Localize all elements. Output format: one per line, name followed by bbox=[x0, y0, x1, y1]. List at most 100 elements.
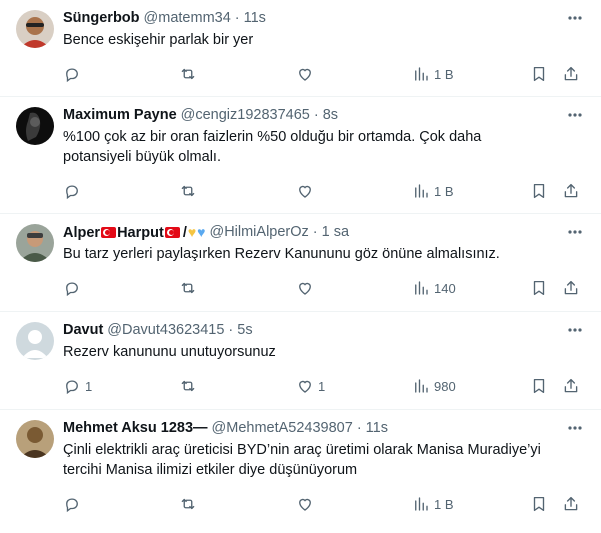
tweet-text: %100 çok az bir oran faizlerin %50 olduğ… bbox=[63, 129, 482, 165]
avatar[interactable] bbox=[16, 107, 54, 145]
retweet-icon bbox=[181, 68, 195, 80]
reply-button[interactable] bbox=[63, 495, 179, 513]
tweet-feed: Süngerbob @matemm34 · 11s Bence eskişehi… bbox=[0, 0, 601, 533]
retweet-button[interactable] bbox=[179, 279, 296, 297]
timestamp[interactable]: 11s bbox=[244, 10, 266, 26]
views-button[interactable]: 1 B bbox=[412, 495, 530, 513]
display-name[interactable]: Davut bbox=[63, 322, 103, 338]
reply-button[interactable]: 1 bbox=[63, 377, 179, 395]
views-icon bbox=[415, 497, 428, 511]
yellow-heart-icon: ♥ bbox=[187, 223, 197, 240]
reply-icon bbox=[66, 68, 78, 83]
views-button[interactable]: 980 bbox=[412, 377, 530, 395]
like-count: 1 bbox=[318, 378, 326, 394]
views-count: 980 bbox=[434, 378, 456, 394]
retweet-icon bbox=[181, 498, 195, 510]
reply-icon bbox=[66, 185, 78, 200]
display-name[interactable]: Süngerbob bbox=[63, 10, 140, 26]
avatar[interactable] bbox=[16, 10, 54, 48]
timestamp[interactable]: 1 sa bbox=[322, 224, 349, 240]
views-icon bbox=[415, 379, 428, 393]
reply-button[interactable] bbox=[63, 182, 179, 200]
display-name[interactable]: Maximum Payne bbox=[63, 107, 177, 123]
share-button[interactable] bbox=[562, 495, 582, 513]
like-button[interactable] bbox=[296, 182, 412, 200]
display-name-part: Alper bbox=[63, 224, 101, 241]
tweet-text: Bu tarz yerleri paylaşırken Rezerv Kanun… bbox=[63, 246, 500, 262]
tweet[interactable]: Mehmet Aksu 1283— @MehmetA52439807 · 11s… bbox=[0, 410, 601, 533]
more-icon[interactable] bbox=[565, 107, 585, 123]
views-icon bbox=[415, 184, 428, 198]
tweet[interactable]: Süngerbob @matemm34 · 11s Bence eskişehi… bbox=[0, 0, 601, 97]
tweet-text: Çinli elektrikli araç üreticisi BYD’nin … bbox=[63, 442, 541, 478]
avatar[interactable] bbox=[16, 224, 54, 262]
tweet[interactable]: Alper Harput/♥♥ @HilmiAlperOz · 1 sa Bu t… bbox=[0, 214, 601, 312]
display-name[interactable]: Mehmet Aksu 1283— bbox=[63, 420, 208, 436]
views-button[interactable]: 140 bbox=[412, 279, 530, 297]
like-button[interactable] bbox=[296, 279, 412, 297]
like-button[interactable] bbox=[296, 65, 412, 83]
separator: · bbox=[234, 10, 240, 26]
bookmark-button[interactable] bbox=[530, 495, 562, 513]
views-count: 1 B bbox=[434, 183, 454, 199]
more-icon[interactable] bbox=[565, 420, 585, 436]
retweet-button[interactable] bbox=[179, 65, 296, 83]
more-icon[interactable] bbox=[565, 10, 585, 26]
reply-button[interactable] bbox=[63, 65, 179, 83]
heart-icon bbox=[299, 185, 311, 198]
more-icon[interactable] bbox=[565, 322, 585, 338]
like-button[interactable]: 1 bbox=[296, 377, 412, 395]
separator: · bbox=[356, 420, 362, 436]
bookmark-button[interactable] bbox=[530, 377, 562, 395]
timestamp[interactable]: 5s bbox=[237, 322, 252, 338]
share-button[interactable] bbox=[562, 182, 582, 200]
user-handle[interactable]: @Davut43623415 bbox=[107, 322, 224, 338]
avatar[interactable] bbox=[16, 420, 54, 458]
user-handle[interactable]: @cengiz192837465 bbox=[181, 107, 310, 123]
reply-icon bbox=[66, 380, 78, 395]
like-button[interactable] bbox=[296, 495, 412, 513]
reply-icon bbox=[66, 282, 78, 297]
tweet[interactable]: Davut @Davut43623415 · 5s Rezerv kanunun… bbox=[0, 312, 601, 410]
heart-icon bbox=[299, 380, 311, 393]
timestamp[interactable]: 11s bbox=[366, 420, 388, 436]
retweet-button[interactable] bbox=[179, 377, 296, 395]
tweet-header: Alper Harput/♥♥ @HilmiAlperOz · 1 sa bbox=[63, 222, 545, 242]
avatar[interactable] bbox=[16, 322, 54, 360]
retweet-button[interactable] bbox=[179, 495, 296, 513]
tweet-header: Süngerbob @matemm34 · 11s bbox=[63, 8, 545, 28]
views-button[interactable]: 1 B bbox=[412, 65, 530, 83]
views-count: 140 bbox=[434, 280, 456, 296]
share-button[interactable] bbox=[562, 65, 582, 83]
bookmark-button[interactable] bbox=[530, 65, 562, 83]
reply-button[interactable] bbox=[63, 279, 179, 297]
display-name[interactable]: Alper Harput/♥♥ bbox=[63, 224, 205, 241]
tweet[interactable]: Maximum Payne @cengiz192837465 · 8s %100… bbox=[0, 97, 601, 214]
retweet-icon bbox=[181, 380, 195, 392]
separator: · bbox=[312, 224, 318, 240]
tweet-header: Maximum Payne @cengiz192837465 · 8s bbox=[63, 105, 545, 125]
bookmark-button[interactable] bbox=[530, 279, 562, 297]
share-icon bbox=[564, 280, 578, 295]
share-icon bbox=[564, 378, 578, 393]
timestamp[interactable]: 8s bbox=[323, 107, 338, 123]
views-button[interactable]: 1 B bbox=[412, 182, 530, 200]
bookmark-icon bbox=[533, 183, 545, 199]
retweet-button[interactable] bbox=[179, 182, 296, 200]
heart-icon bbox=[299, 498, 311, 511]
bookmark-button[interactable] bbox=[530, 182, 562, 200]
user-handle[interactable]: @matemm34 bbox=[144, 10, 231, 26]
share-button[interactable] bbox=[562, 377, 582, 395]
share-icon bbox=[564, 66, 578, 81]
reply-icon bbox=[66, 498, 78, 513]
action-bar: 1 B bbox=[63, 56, 585, 92]
user-handle[interactable]: @MehmetA52439807 bbox=[212, 420, 353, 436]
user-handle[interactable]: @HilmiAlperOz bbox=[209, 224, 308, 240]
share-button[interactable] bbox=[562, 279, 582, 297]
action-bar: 1 1 980 bbox=[63, 368, 585, 404]
views-icon bbox=[415, 281, 428, 295]
tweet-text: Bence eskişehir parlak bir yer bbox=[63, 32, 254, 48]
share-icon bbox=[564, 183, 578, 198]
more-icon[interactable] bbox=[565, 224, 585, 240]
bookmark-icon bbox=[533, 280, 545, 296]
